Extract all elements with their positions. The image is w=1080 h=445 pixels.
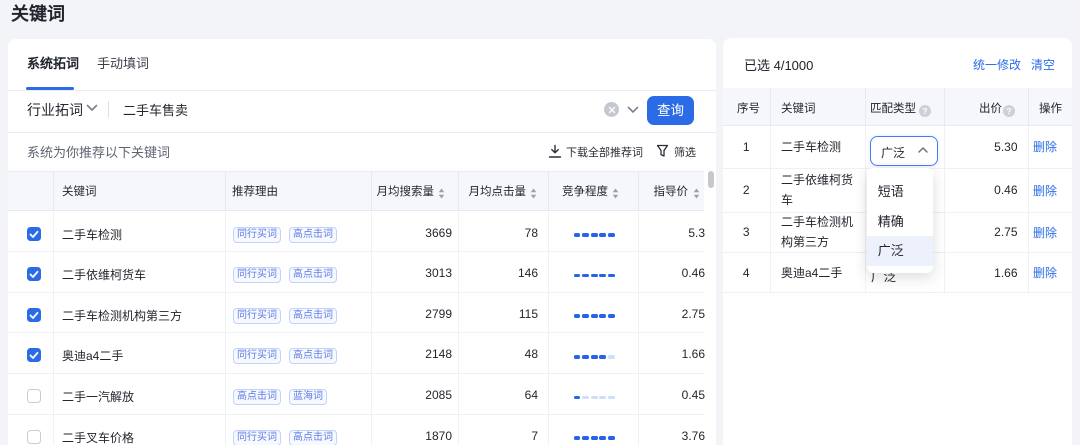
svg-text:?: ? — [1006, 106, 1011, 116]
svg-text:?: ? — [922, 106, 927, 116]
